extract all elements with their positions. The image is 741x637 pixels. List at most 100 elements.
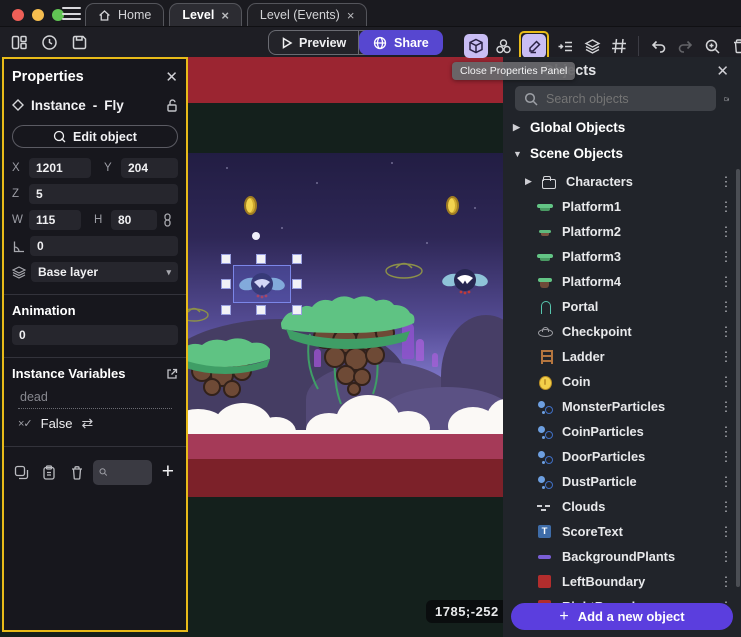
item-menu-icon[interactable] <box>717 299 735 315</box>
object-item-ladder[interactable]: Ladder <box>503 344 735 369</box>
trash-icon[interactable] <box>65 460 89 484</box>
tab-level-events[interactable]: Level (Events) × <box>247 3 368 26</box>
item-menu-icon[interactable] <box>717 324 735 340</box>
item-menu-icon[interactable] <box>717 374 735 390</box>
object-item-clouds[interactable]: Clouds <box>503 494 735 519</box>
trash-icon[interactable] <box>727 34 741 58</box>
item-menu-icon[interactable] <box>717 449 735 465</box>
variable-name[interactable]: dead <box>18 388 172 409</box>
object-editor-icon[interactable] <box>464 34 488 58</box>
item-menu-icon[interactable] <box>717 499 735 515</box>
platform-island-left[interactable] <box>186 333 272 403</box>
main-menu-icon[interactable] <box>62 7 81 20</box>
tab-home[interactable]: Home <box>85 3 164 26</box>
item-menu-icon[interactable] <box>717 349 735 365</box>
object-item-platform4[interactable]: Platform4 <box>503 269 735 294</box>
selection-handle[interactable] <box>221 254 231 264</box>
edit-object-button[interactable]: Edit object <box>12 125 178 148</box>
height-input[interactable] <box>111 210 157 230</box>
object-item-dustparticle[interactable]: DustParticle <box>503 469 735 494</box>
lock-open-icon[interactable] <box>166 99 178 112</box>
tab-level[interactable]: Level × <box>169 3 242 26</box>
object-item-doorparticles[interactable]: DoorParticles <box>503 444 735 469</box>
animation-input[interactable] <box>12 325 178 345</box>
paste-icon[interactable] <box>38 460 62 484</box>
object-item-platform3[interactable]: Platform3 <box>503 244 735 269</box>
save-icon[interactable] <box>67 30 91 54</box>
item-menu-icon[interactable] <box>717 399 735 415</box>
z-input[interactable] <box>29 184 178 204</box>
toggle-panels-icon[interactable] <box>7 30 31 54</box>
selection-handle[interactable] <box>221 279 231 289</box>
close-tab-icon[interactable]: × <box>221 9 229 22</box>
object-item-coinparticles[interactable]: CoinParticles <box>503 419 735 444</box>
fly-sprite[interactable] <box>442 265 488 297</box>
preview-button[interactable]: Preview <box>268 30 358 55</box>
angle-input[interactable] <box>30 236 178 256</box>
grid-icon[interactable] <box>607 34 631 58</box>
redo-icon[interactable] <box>673 34 697 58</box>
toggle-value-icon[interactable]: ⇄ <box>81 415 93 432</box>
add-new-object-button[interactable]: + Add a new object <box>511 603 733 630</box>
minimize-window-button[interactable] <box>32 9 44 21</box>
selection-handle[interactable] <box>292 305 302 315</box>
selection-handle[interactable] <box>221 305 231 315</box>
variable-value[interactable]: False <box>41 416 73 431</box>
object-item-platform1[interactable]: Platform1 <box>503 194 735 219</box>
object-item-monsterparticles[interactable]: MonsterParticles <box>503 394 735 419</box>
undo-icon[interactable] <box>646 34 670 58</box>
link-dimensions-icon[interactable] <box>162 213 173 227</box>
item-menu-icon[interactable] <box>717 274 735 290</box>
item-menu-icon[interactable] <box>717 524 735 540</box>
object-item-scoretext[interactable]: ScoreText <box>503 519 735 544</box>
scene-canvas[interactable]: 1785;-252 <box>186 57 503 637</box>
add-variable-button[interactable]: + <box>156 460 180 484</box>
open-variables-icon[interactable] <box>166 368 178 380</box>
object-item-portal[interactable]: Portal <box>503 294 735 319</box>
group-scene-objects[interactable]: ▼ Scene Objects <box>513 146 623 161</box>
history-icon[interactable] <box>37 30 61 54</box>
x-input[interactable] <box>29 158 91 178</box>
item-menu-icon[interactable] <box>717 549 735 565</box>
close-window-button[interactable] <box>12 9 24 21</box>
share-button[interactable]: Share <box>359 30 443 55</box>
close-objects-icon[interactable]: ✕ <box>716 64 729 79</box>
variables-search-input[interactable] <box>112 466 146 478</box>
checkpoint-outline[interactable] <box>186 303 210 323</box>
selection-handle[interactable] <box>292 279 302 289</box>
variables-search-box[interactable] <box>93 460 152 485</box>
selection-rectangle[interactable] <box>233 265 291 303</box>
object-item-backgroundplants[interactable]: BackgroundPlants <box>503 544 735 569</box>
object-item-checkpoint[interactable]: Checkpoint <box>503 319 735 344</box>
copy-icon[interactable] <box>10 460 34 484</box>
objects-search-input[interactable] <box>546 92 707 106</box>
objects-search-box[interactable] <box>515 86 716 111</box>
object-item-coin[interactable]: Coin <box>503 369 735 394</box>
close-tab-icon[interactable]: × <box>347 9 355 22</box>
item-menu-icon[interactable] <box>717 424 735 440</box>
checkpoint-outline[interactable] <box>384 257 424 279</box>
y-input[interactable] <box>121 158 178 178</box>
object-item-leftboundary[interactable]: LeftBoundary <box>503 569 735 594</box>
item-menu-icon[interactable] <box>717 474 735 490</box>
item-menu-icon[interactable] <box>717 574 735 590</box>
zoom-in-icon[interactable] <box>700 34 724 58</box>
objects-scrollbar[interactable] <box>736 169 740 587</box>
item-menu-icon[interactable] <box>717 224 735 240</box>
item-menu-icon[interactable] <box>717 199 735 215</box>
width-input[interactable] <box>29 210 81 230</box>
object-item-characters[interactable]: ▶ Characters <box>503 169 735 194</box>
item-menu-icon[interactable] <box>717 249 735 265</box>
selection-handle[interactable] <box>256 254 266 264</box>
layers-icon[interactable] <box>580 34 604 58</box>
close-properties-icon[interactable]: ✕ <box>165 70 178 85</box>
layer-select[interactable]: Base layer ▾ <box>31 262 178 282</box>
selection-handle[interactable] <box>292 254 302 264</box>
edit-properties-icon[interactable] <box>522 34 546 58</box>
object-groups-icon[interactable] <box>491 34 515 58</box>
item-menu-icon[interactable] <box>717 174 735 190</box>
object-item-platform2[interactable]: Platform2 <box>503 219 735 244</box>
group-global-objects[interactable]: ▶ Global Objects <box>513 120 625 135</box>
selection-handle[interactable] <box>256 305 266 315</box>
coin-sprite[interactable] <box>244 196 257 215</box>
